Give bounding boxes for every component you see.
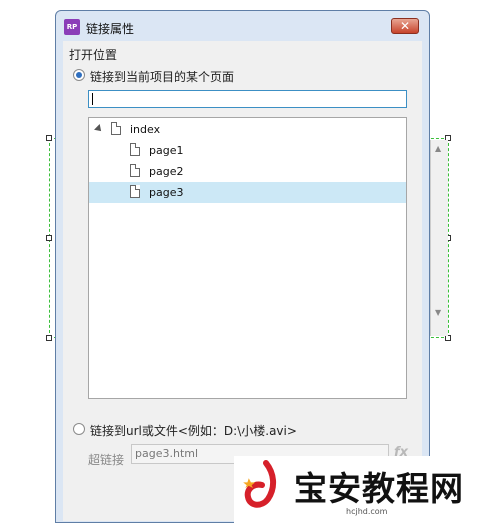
tree-row-page3[interactable]: page3 xyxy=(89,182,406,203)
tree-row-page1[interactable]: page1 xyxy=(89,140,406,161)
tree-item-label: page3 xyxy=(149,186,184,199)
page-tree[interactable]: index page1 page2 page3 xyxy=(88,117,407,399)
page-icon xyxy=(130,143,140,156)
resize-handle-top-left[interactable] xyxy=(46,135,52,141)
watermark-logo-icon xyxy=(243,460,276,508)
scroll-up-icon[interactable]: ▲ xyxy=(435,144,441,153)
link-properties-dialog: RP 链接属性 ✕ 打开位置 链接到当前项目的某个页面 index page1 … xyxy=(55,10,430,523)
resize-handle-mid-left[interactable] xyxy=(46,235,52,241)
page-icon xyxy=(130,164,140,177)
dialog-body: 打开位置 链接到当前项目的某个页面 index page1 page2 page xyxy=(63,41,422,521)
watermark-brand-text: 宝安教程网 xyxy=(294,469,464,508)
text-caret xyxy=(92,93,93,105)
tree-row-index[interactable]: index xyxy=(89,119,406,140)
page-search-input[interactable] xyxy=(88,90,407,108)
page-icon xyxy=(130,185,140,198)
link-to-page-label[interactable]: 链接到当前项目的某个页面 xyxy=(90,68,234,85)
widget-scrollbar[interactable]: ▲ ▼ xyxy=(430,140,448,336)
scroll-down-icon[interactable]: ▼ xyxy=(435,308,441,317)
tree-item-label: page2 xyxy=(149,165,184,178)
watermark-url: hcjhd.com xyxy=(346,507,388,516)
tree-item-label: index xyxy=(130,123,161,136)
link-to-url-radio[interactable] xyxy=(73,423,85,435)
tree-item-label: page1 xyxy=(149,144,184,157)
title-bar[interactable]: RP 链接属性 ✕ xyxy=(56,11,429,41)
collapse-triangle-icon[interactable] xyxy=(94,124,104,134)
tree-row-page2[interactable]: page2 xyxy=(89,161,406,182)
site-watermark: 宝安教程网 hcjhd.com xyxy=(234,456,484,523)
close-button[interactable]: ✕ xyxy=(391,18,419,34)
resize-handle-bottom-left[interactable] xyxy=(46,335,52,341)
dialog-title: 链接属性 xyxy=(86,22,135,36)
link-to-page-radio[interactable] xyxy=(73,69,85,81)
page-icon xyxy=(111,122,121,135)
hyperlink-label: 超链接 xyxy=(88,453,125,467)
axure-rp-icon: RP xyxy=(64,19,80,35)
open-location-label: 打开位置 xyxy=(69,48,118,62)
link-to-url-label[interactable]: 链接到url或文件<例如：D:\小楼.avi> xyxy=(90,422,297,439)
